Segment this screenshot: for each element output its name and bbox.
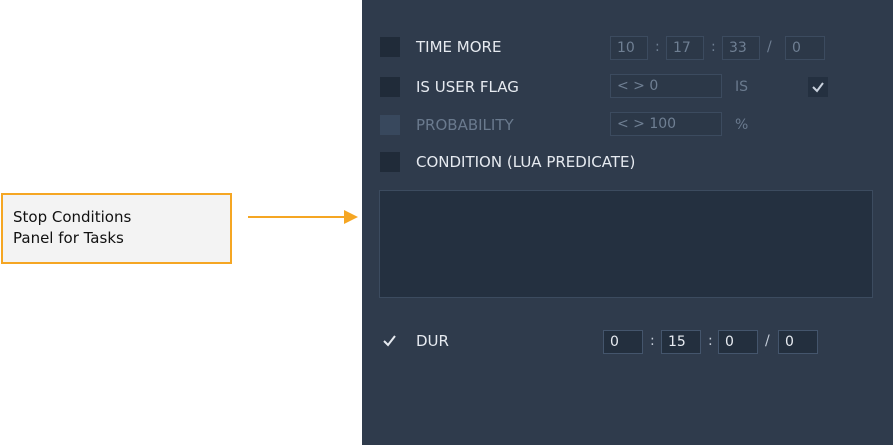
time-more-days-field[interactable]: 0 bbox=[785, 36, 825, 60]
callout-line-1: Stop Conditions bbox=[13, 208, 132, 226]
lua-predicate-textarea[interactable] bbox=[379, 190, 873, 298]
dur-sep: : bbox=[650, 333, 655, 349]
time-more-label: TIME MORE bbox=[416, 38, 502, 56]
user-flag-checkbox[interactable] bbox=[380, 77, 400, 97]
time-sep: / bbox=[767, 39, 772, 55]
probability-label: PROBABILITY bbox=[416, 116, 514, 134]
annotation-callout: Stop Conditions Panel for Tasks bbox=[1, 193, 232, 264]
arrow-right-icon bbox=[248, 210, 358, 224]
user-flag-value-field[interactable]: < > 0 bbox=[610, 74, 722, 98]
condition-label: CONDITION (LUA PREDICATE) bbox=[416, 153, 636, 171]
probability-unit: % bbox=[735, 117, 749, 133]
callout-line-2: Panel for Tasks bbox=[13, 229, 124, 247]
dur-days-field[interactable]: 0 bbox=[778, 330, 818, 354]
condition-checkbox[interactable] bbox=[380, 152, 400, 172]
dur-seconds-field[interactable]: 0 bbox=[718, 330, 758, 354]
probability-checkbox[interactable] bbox=[380, 115, 400, 135]
dur-sep: / bbox=[765, 333, 770, 349]
stop-conditions-panel: TIME MORE 10 : 17 : 33 / 0 IS USER FLAG … bbox=[362, 0, 893, 445]
time-more-minutes-field[interactable]: 17 bbox=[666, 36, 704, 60]
time-sep: : bbox=[655, 39, 660, 55]
time-sep: : bbox=[711, 39, 716, 55]
check-icon bbox=[812, 82, 824, 93]
user-flag-is-checkbox[interactable] bbox=[808, 77, 828, 97]
dur-minutes-field[interactable]: 15 bbox=[661, 330, 701, 354]
user-flag-label: IS USER FLAG bbox=[416, 78, 519, 96]
dur-hours-field[interactable]: 0 bbox=[603, 330, 643, 354]
time-more-checkbox[interactable] bbox=[380, 37, 400, 57]
time-more-seconds-field[interactable]: 33 bbox=[722, 36, 760, 60]
user-flag-is-label: IS bbox=[735, 79, 749, 95]
check-icon bbox=[383, 335, 396, 347]
dur-sep: : bbox=[708, 333, 713, 349]
dur-label: DUR bbox=[416, 332, 449, 350]
probability-value-field[interactable]: < > 100 bbox=[610, 112, 722, 136]
dur-checkbox[interactable] bbox=[380, 331, 400, 351]
time-more-hours-field[interactable]: 10 bbox=[610, 36, 648, 60]
